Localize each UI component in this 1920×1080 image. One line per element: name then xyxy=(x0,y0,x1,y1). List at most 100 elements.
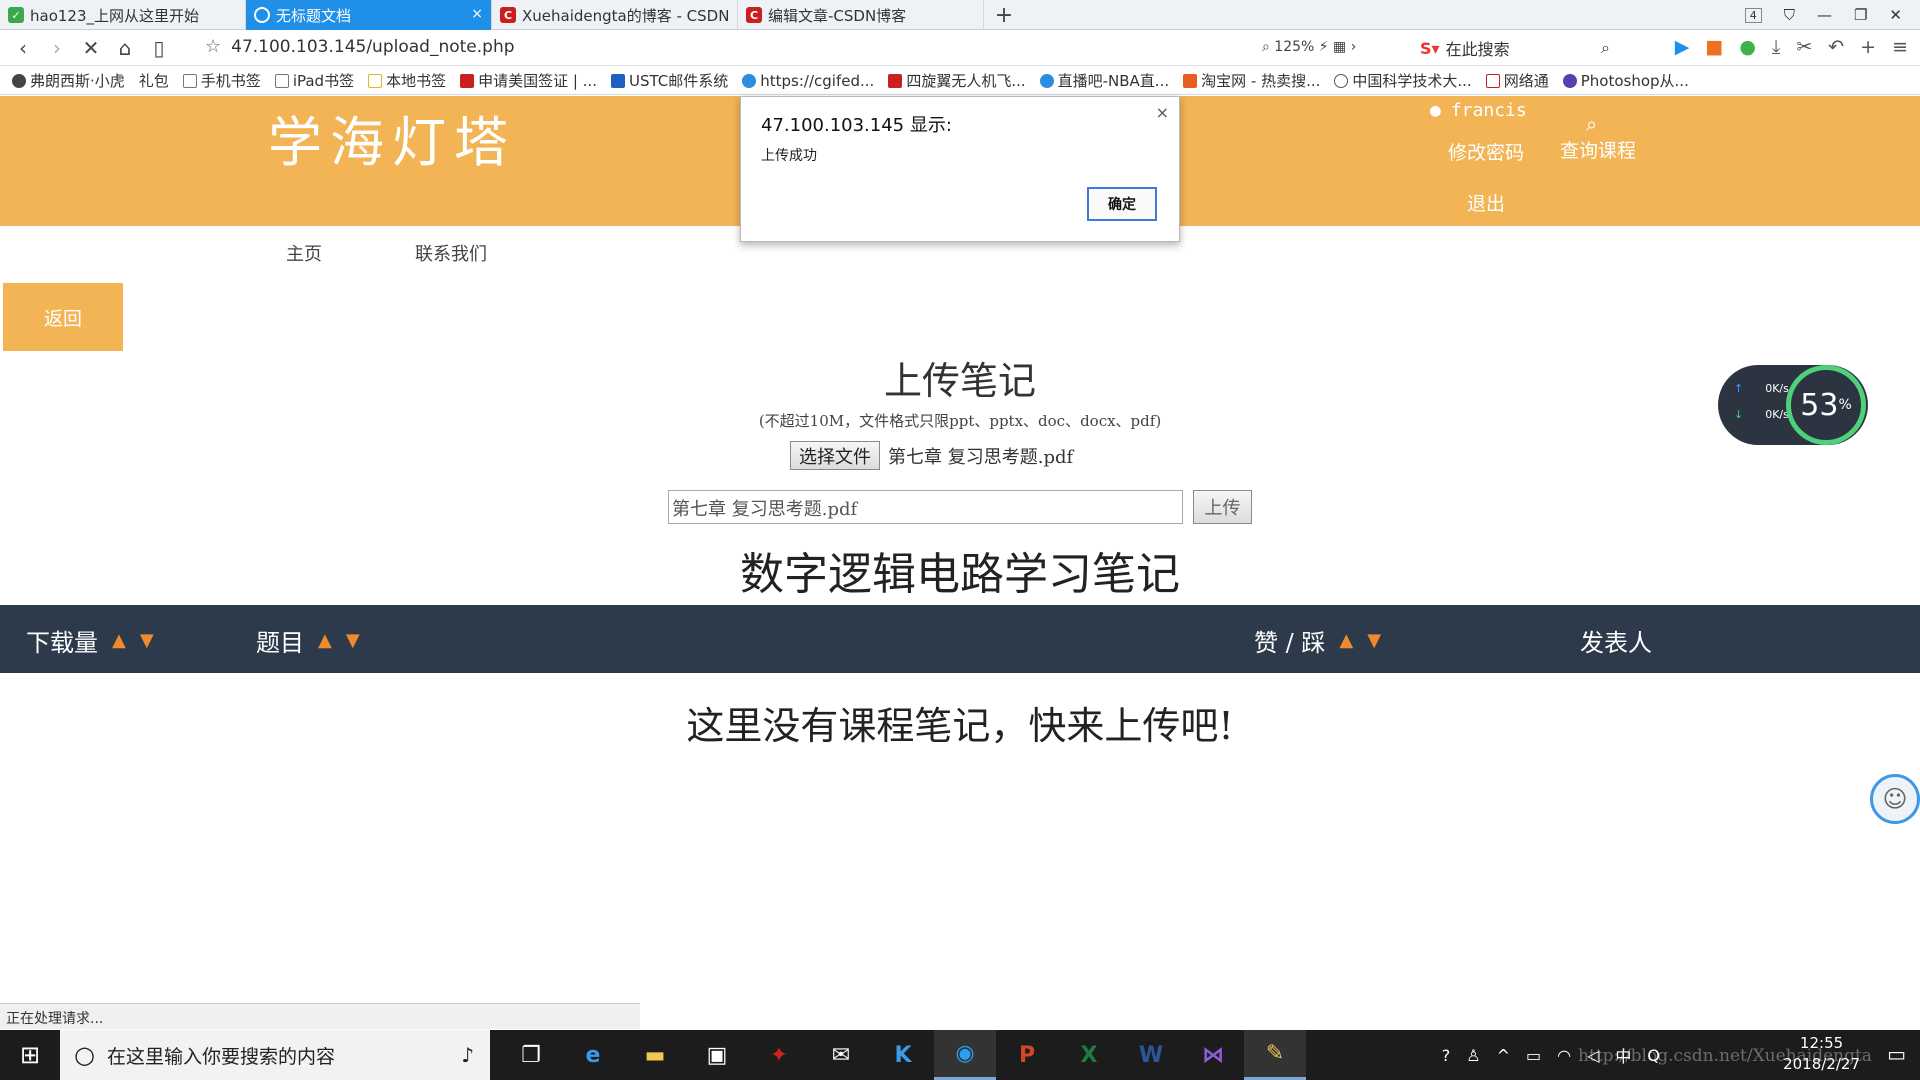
restore-icon[interactable]: ❐ xyxy=(1854,6,1867,24)
visa-icon xyxy=(460,73,475,88)
app-icon[interactable]: ✦ xyxy=(748,1030,810,1080)
browser-app-icon[interactable]: ◉ xyxy=(934,1030,996,1080)
tab-hao123[interactable]: ✓ hao123_上网从这里开始 xyxy=(0,0,246,30)
store-icon[interactable]: ▣ xyxy=(686,1030,748,1080)
bookmark-item[interactable]: 手机书签 xyxy=(182,70,261,91)
bookmark-item[interactable]: 淘宝网 - 热卖搜... xyxy=(1183,70,1320,91)
username: francis xyxy=(1450,100,1527,121)
visual-studio-icon[interactable]: ⋈ xyxy=(1182,1030,1244,1080)
bookmark-item[interactable]: 网络通 xyxy=(1485,70,1549,91)
assistant-robot-icon[interactable]: ☺ xyxy=(1870,774,1920,824)
menu-icon[interactable]: ≡ xyxy=(1892,36,1908,58)
bookmark-gift[interactable]: 礼包 xyxy=(139,70,169,91)
people-icon[interactable]: ♙ xyxy=(1466,1046,1480,1065)
url-text[interactable]: 47.100.103.145/upload_note.php xyxy=(231,37,514,57)
taobao-icon xyxy=(1183,73,1198,88)
forward-arrow-icon[interactable]: › xyxy=(40,36,74,60)
upload-button[interactable]: 上传 xyxy=(1193,490,1252,524)
search-icon[interactable]: ⌕ xyxy=(1601,38,1610,58)
bookmark-item[interactable]: USTC邮件系统 xyxy=(611,70,728,91)
nav-contact[interactable]: 联系我们 xyxy=(415,240,487,266)
change-password-link[interactable]: 修改密码 xyxy=(1448,138,1524,165)
plus-icon[interactable]: + xyxy=(1860,36,1876,58)
sort-up-icon[interactable]: ▲ xyxy=(318,630,332,651)
close-icon[interactable]: × xyxy=(471,6,483,22)
sort-up-icon[interactable]: ▲ xyxy=(112,630,126,651)
user-info[interactable]: ● francis xyxy=(1430,100,1527,121)
choose-file-button[interactable]: 选择文件 xyxy=(790,441,880,470)
home-icon[interactable]: ⌂ xyxy=(108,36,142,60)
bookmark-item[interactable]: 直播吧-NBA直... xyxy=(1039,70,1169,91)
status-bar: 正在处理请求... xyxy=(0,1003,640,1029)
back-arrow-icon[interactable]: ‹ xyxy=(6,36,40,60)
scissors-icon[interactable]: ✂ xyxy=(1796,36,1812,58)
undo-icon[interactable]: ↶ xyxy=(1828,36,1844,58)
edge-icon[interactable]: e xyxy=(562,1030,624,1080)
windows-start-icon[interactable]: ⊞ xyxy=(0,1030,60,1080)
search-course-link[interactable]: 查询课程 xyxy=(1560,136,1636,163)
notification-icon[interactable]: ▭ xyxy=(1887,1042,1906,1066)
tablet-icon xyxy=(274,73,289,88)
file-explorer-icon[interactable]: ▬ xyxy=(624,1030,686,1080)
k-app-icon[interactable]: K xyxy=(872,1030,934,1080)
reading-mode-icon[interactable]: ▯ xyxy=(142,36,176,60)
back-button[interactable]: 返回 xyxy=(3,283,123,351)
bookmark-item[interactable]: https://cgifed... xyxy=(742,72,874,90)
chevron-up-icon[interactable]: ^ xyxy=(1497,1046,1510,1065)
zoom-indicator[interactable]: ⌕ 125% ⚡ ▦ › xyxy=(1262,39,1356,55)
bookmark-item[interactable]: iPad书签 xyxy=(274,70,354,91)
browser-search-box[interactable]: S▾ 在此搜索 ⌕ xyxy=(1420,35,1610,61)
video-icon[interactable]: ■ xyxy=(1705,36,1723,58)
tab-csdn-edit[interactable]: C 编辑文章-CSDN博客 xyxy=(738,0,984,30)
nav-home[interactable]: 主页 xyxy=(286,240,322,266)
navigation-bar: ‹ › ✕ ⌂ ▯ ☆ 47.100.103.145/upload_note.p… xyxy=(0,31,1920,66)
loading-icon xyxy=(254,7,270,23)
filename-input[interactable]: 第七章 复习思考题.pdf xyxy=(668,490,1183,524)
microphone-icon[interactable]: ♪ xyxy=(461,1043,474,1067)
phone-icon xyxy=(182,73,197,88)
bookmark-item[interactable]: 四旋翼无人机飞... xyxy=(888,70,1026,91)
wechat-icon[interactable]: ● xyxy=(1739,36,1756,58)
task-view-icon[interactable]: ❐ xyxy=(500,1030,562,1080)
minimize-icon[interactable]: — xyxy=(1817,6,1832,24)
close-icon[interactable]: × xyxy=(1156,103,1169,122)
wifi-icon[interactable]: ◠ xyxy=(1557,1046,1571,1065)
sort-up-icon[interactable]: ▲ xyxy=(1339,630,1353,651)
download-icon[interactable]: ⤓ xyxy=(1772,36,1780,58)
sort-down-icon[interactable]: ▼ xyxy=(1367,630,1381,651)
network-speed-widget[interactable]: ↑ 0K/s ↓ 0K/s 53% xyxy=(1718,365,1868,445)
tab-untitled[interactable]: 无标题文档 × xyxy=(246,0,492,30)
battery-icon[interactable]: ▭ xyxy=(1526,1046,1541,1065)
excel-icon[interactable]: X xyxy=(1058,1030,1120,1080)
bookmark-item[interactable]: 本地书签 xyxy=(368,70,446,91)
csdn-icon: C xyxy=(746,7,762,23)
bookmark-item[interactable]: Photoshop从... xyxy=(1562,70,1689,91)
close-window-icon[interactable]: ✕ xyxy=(1889,6,1902,24)
address-bar[interactable]: ☆ 47.100.103.145/upload_note.php xyxy=(205,36,515,57)
tab-csdn-blog[interactable]: C Xuehaidengta的博客 - CSDN xyxy=(492,0,738,30)
new-tab-button[interactable]: + xyxy=(984,0,1024,30)
bookmark-item[interactable]: 弗朗西斯·小虎 xyxy=(12,70,125,91)
taskbar-search[interactable]: ○ 在这里输入你要搜索的内容 ♪ xyxy=(60,1030,490,1080)
bookmark-item[interactable]: 中国科学技术大... xyxy=(1334,70,1472,91)
tab-bar: ✓ hao123_上网从这里开始 无标题文档 × C Xuehaidengta的… xyxy=(0,0,1920,30)
logout-link[interactable]: 退出 xyxy=(1467,189,1505,216)
powerpoint-icon[interactable]: P xyxy=(996,1030,1058,1080)
help-icon[interactable]: ? xyxy=(1442,1046,1451,1065)
star-icon[interactable]: ☆ xyxy=(205,36,221,57)
paint-icon[interactable]: ✎ xyxy=(1244,1030,1306,1080)
mail-icon[interactable]: ✉ xyxy=(810,1030,872,1080)
shirt-icon[interactable]: ⛉ xyxy=(1784,6,1795,24)
sort-down-icon[interactable]: ▼ xyxy=(346,630,360,651)
play-icon[interactable]: ▶ xyxy=(1675,36,1690,58)
search-icon[interactable]: ⌕ xyxy=(1586,112,1597,136)
word-icon[interactable]: W xyxy=(1120,1030,1182,1080)
watermark: http://blog.csdn.net/Xuehaidengta xyxy=(1578,1046,1872,1066)
stop-icon[interactable]: ✕ xyxy=(74,36,108,60)
tab-count-badge[interactable]: 4 xyxy=(1744,7,1762,23)
site-logo[interactable]: 学海灯塔 xyxy=(268,98,516,177)
ok-button[interactable]: 确定 xyxy=(1087,187,1157,221)
sort-down-icon[interactable]: ▼ xyxy=(140,630,154,651)
bookmark-item[interactable]: 申请美国签证 | ... xyxy=(460,70,597,91)
memory-percent: 53% xyxy=(1786,365,1866,445)
